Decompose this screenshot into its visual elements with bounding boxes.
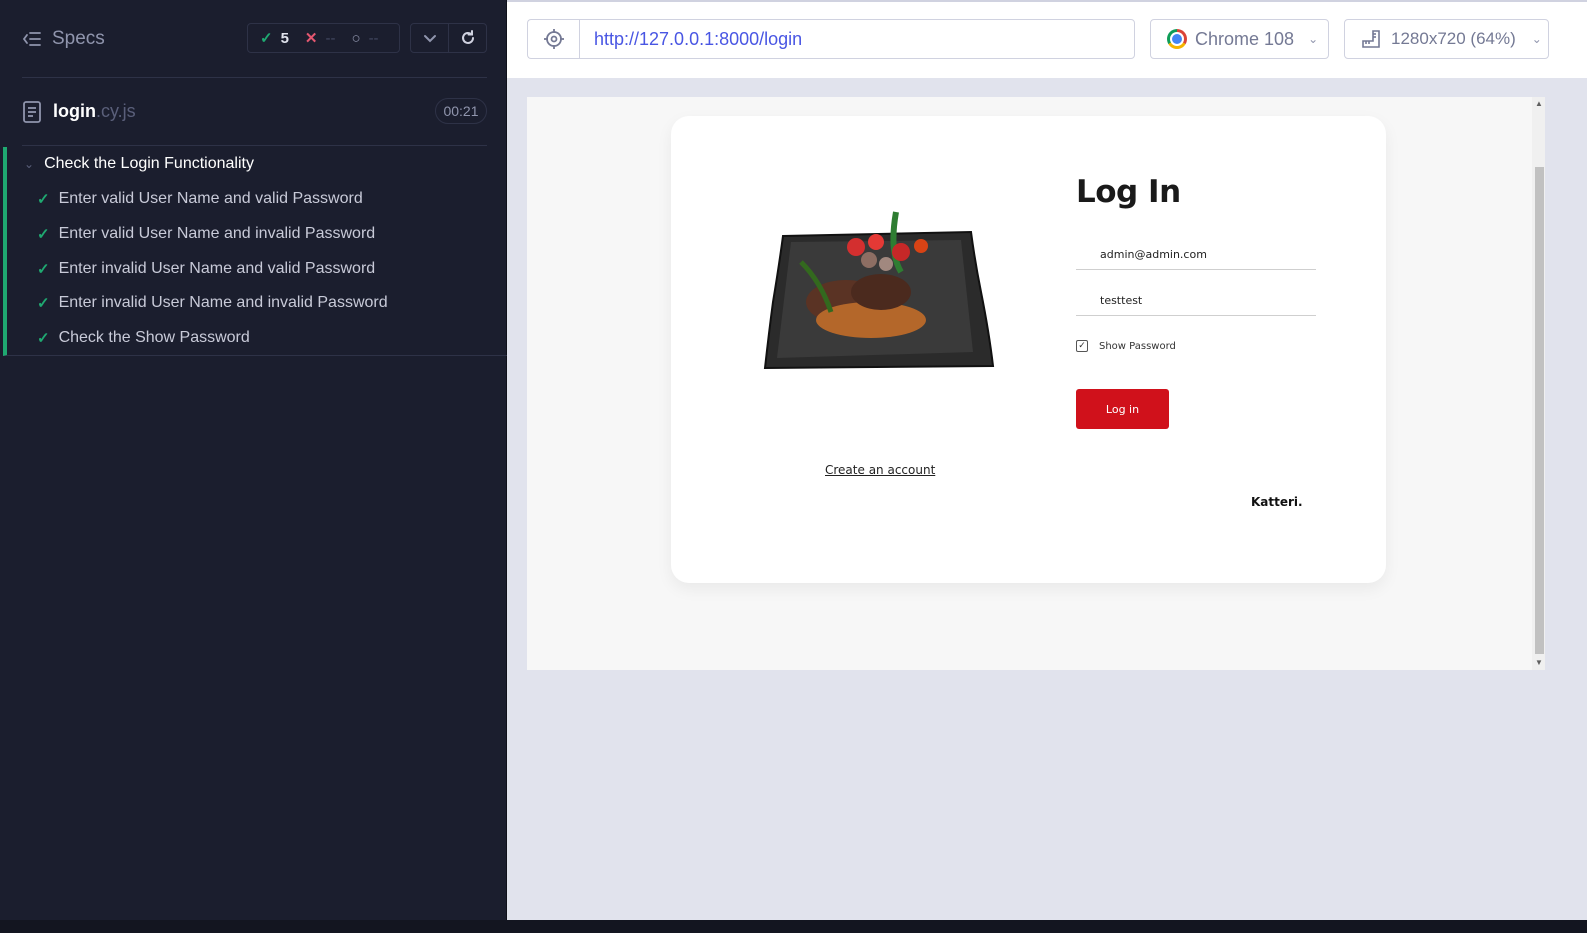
scroll-up-arrow-icon[interactable]: ▲ bbox=[1534, 99, 1544, 109]
url-display[interactable]: http://127.0.0.1:8000/login bbox=[579, 19, 1135, 59]
test-item[interactable]: ✓ Enter invalid User Name and valid Pass… bbox=[37, 260, 375, 278]
chevron-down-icon: ⌄ bbox=[1531, 32, 1542, 46]
check-icon: ✓ bbox=[37, 226, 50, 243]
spec-base-name: login bbox=[53, 101, 96, 121]
crosshair-icon bbox=[543, 29, 564, 49]
test-title: Enter invalid User Name and valid Passwo… bbox=[58, 260, 376, 277]
check-icon: ✓ bbox=[37, 330, 50, 347]
x-icon: ✕ bbox=[304, 30, 318, 47]
selector-playground-button[interactable] bbox=[527, 19, 579, 59]
password-field[interactable]: testtest bbox=[1076, 286, 1316, 316]
document-icon bbox=[23, 101, 41, 123]
vertical-scrollbar[interactable]: ▲ ▼ bbox=[1532, 97, 1545, 670]
email-field[interactable]: admin@admin.com bbox=[1076, 240, 1316, 270]
brand-logo-text: Katteri. bbox=[1251, 495, 1303, 509]
spec-header: login.cy.js 00:21 bbox=[0, 92, 507, 132]
chevron-down-icon bbox=[423, 35, 436, 43]
create-account-link[interactable]: Create an account bbox=[825, 463, 935, 477]
test-stats: ✓ 5 ✕ -- ○ -- bbox=[247, 23, 400, 53]
specs-toggle-button[interactable]: Specs bbox=[22, 26, 105, 52]
passed-count: 5 bbox=[280, 29, 289, 47]
aut-iframe: Create an account Log In admin@admin.com… bbox=[527, 97, 1545, 670]
check-icon: ✓ bbox=[37, 295, 50, 312]
failed-stat: ✕ -- bbox=[304, 29, 336, 48]
test-title: Enter invalid User Name and invalid Pass… bbox=[58, 294, 388, 311]
test-item[interactable]: ✓ Enter valid User Name and invalid Pass… bbox=[37, 225, 375, 243]
login-card: Create an account Log In admin@admin.com… bbox=[671, 116, 1386, 583]
pending-circle-icon: ○ bbox=[351, 29, 361, 47]
test-item[interactable]: ✓ Enter invalid User Name and invalid Pa… bbox=[37, 294, 388, 312]
specs-label: Specs bbox=[52, 28, 105, 49]
show-password-label: Show Password bbox=[1099, 340, 1176, 352]
viewport-label: 1280x720 (64%) bbox=[1391, 29, 1516, 48]
test-title: Enter valid User Name and invalid Passwo… bbox=[58, 225, 376, 242]
test-item[interactable]: ✓ Enter valid User Name and valid Passwo… bbox=[37, 190, 363, 208]
collapse-all-button[interactable] bbox=[411, 24, 448, 52]
show-password-toggle[interactable]: ✓ Show Password bbox=[1076, 340, 1176, 352]
failed-count: -- bbox=[325, 29, 336, 47]
scroll-thumb[interactable] bbox=[1535, 167, 1544, 654]
chevron-down-icon: ⌄ bbox=[24, 157, 35, 171]
collapse-list-icon bbox=[22, 32, 41, 46]
spec-extension: .cy.js bbox=[96, 101, 136, 121]
reporter-header: Specs ✓ 5 ✕ -- ○ -- bbox=[0, 0, 507, 78]
login-button[interactable]: Log in bbox=[1076, 389, 1169, 429]
pending-stat: ○ -- bbox=[352, 30, 379, 47]
suite-title: Check the Login Functionality bbox=[44, 155, 254, 172]
test-title: Enter valid User Name and valid Password bbox=[58, 190, 363, 207]
reporter-panel: Specs ✓ 5 ✕ -- ○ -- login.cy.js 00:21 ⌄ … bbox=[0, 0, 507, 920]
viewport-info-button[interactable]: 1280x720 (64%) ⌄ bbox=[1344, 19, 1549, 59]
cypress-runner: Specs ✓ 5 ✕ -- ○ -- login.cy.js 00:21 ⌄ … bbox=[0, 0, 1587, 933]
suite-block: ⌄ Check the Login Functionality ✓ Enter … bbox=[3, 147, 507, 356]
browser-label: Chrome 108 bbox=[1195, 28, 1295, 49]
runner-controls bbox=[410, 23, 487, 53]
rerun-button[interactable] bbox=[448, 24, 486, 52]
ruler-icon bbox=[1362, 30, 1380, 48]
browser-selector[interactable]: Chrome 108 ⌄ bbox=[1150, 19, 1329, 59]
test-title: Check the Show Password bbox=[58, 329, 250, 346]
check-icon: ✓ bbox=[37, 191, 50, 208]
chevron-down-icon: ⌄ bbox=[1308, 32, 1319, 46]
food-plate-image bbox=[763, 211, 995, 370]
chrome-icon bbox=[1167, 29, 1187, 49]
check-icon: ✓ bbox=[260, 30, 273, 47]
scroll-down-arrow-icon[interactable]: ▼ bbox=[1534, 658, 1544, 668]
bottom-edge bbox=[0, 920, 1587, 933]
check-icon: ✓ bbox=[37, 261, 50, 278]
pending-count: -- bbox=[368, 29, 379, 47]
app-under-test-panel: http://127.0.0.1:8000/login Chrome 108 ⌄… bbox=[507, 0, 1587, 920]
spec-duration: 00:21 bbox=[435, 98, 487, 124]
test-item[interactable]: ✓ Check the Show Password bbox=[37, 329, 250, 347]
header-divider bbox=[22, 77, 487, 78]
aut-toolbar: http://127.0.0.1:8000/login Chrome 108 ⌄… bbox=[507, 0, 1587, 78]
passed-stat: ✓ 5 bbox=[260, 29, 289, 48]
suite-title-row[interactable]: ⌄ Check the Login Functionality bbox=[24, 155, 254, 173]
show-password-checkbox[interactable]: ✓ bbox=[1076, 340, 1088, 352]
page-title: Log In bbox=[1076, 174, 1181, 210]
spec-filename: login.cy.js bbox=[53, 101, 136, 122]
spec-divider bbox=[22, 145, 487, 146]
refresh-icon bbox=[461, 30, 474, 44]
